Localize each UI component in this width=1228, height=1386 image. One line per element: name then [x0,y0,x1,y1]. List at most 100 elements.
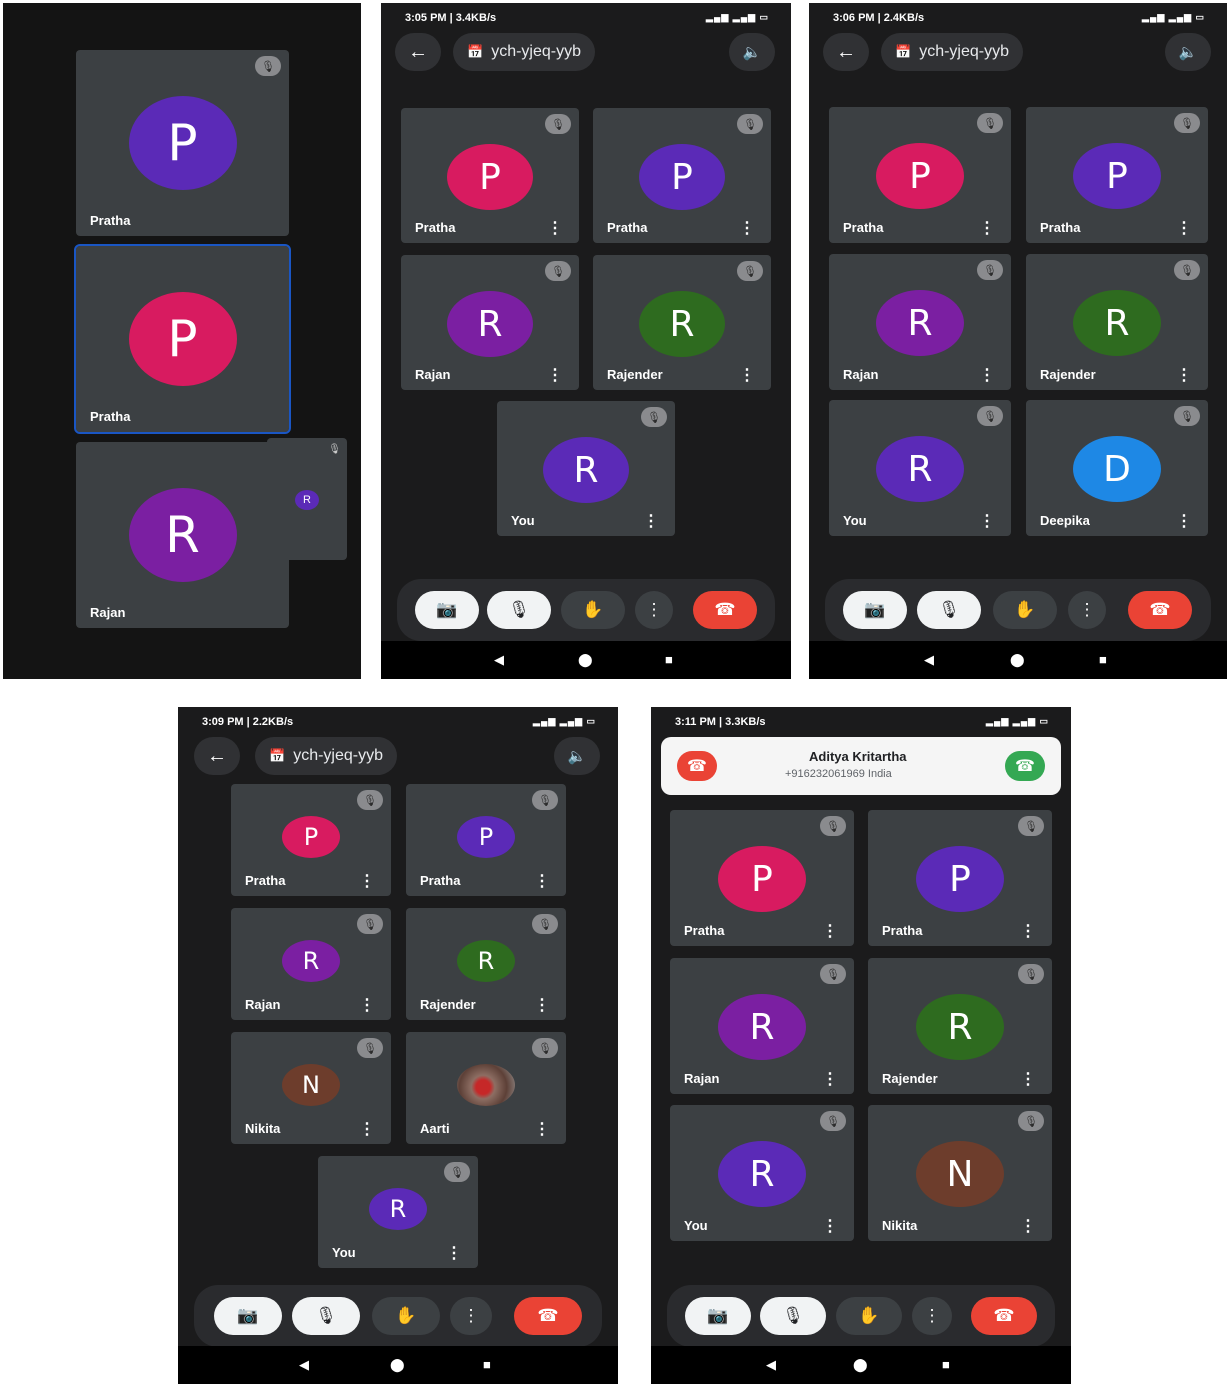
more-options-icon[interactable]: ⋮ [643,514,659,530]
more-options-icon[interactable]: ⋮ [979,368,995,384]
more-options-icon[interactable]: ⋮ [1176,514,1192,530]
meeting-info-pill[interactable]: 📅 ych-yjeq-yyb [453,33,595,71]
back-button[interactable]: ← [395,33,441,71]
mic-off-button[interactable]: 🎙 [760,1297,826,1335]
mic-off-button[interactable]: 🎙 [292,1297,360,1335]
more-options-icon[interactable]: ⋮ [547,221,563,237]
more-options-icon[interactable]: ⋮ [446,1246,462,1262]
participant-tile[interactable]: 🎙 P Pratha ⋮ [401,108,579,243]
participant-tile[interactable]: 🎙 R Rajan ⋮ [829,254,1011,390]
recents-nav-icon[interactable]: ■ [483,1357,491,1372]
mic-off-button[interactable]: 🎙 [917,591,981,629]
meeting-info-pill[interactable]: 📅 ych-yjeq-yyb [881,33,1023,71]
decline-call-button[interactable]: ☎ [677,751,717,781]
speaker-button[interactable]: 🔈 [729,33,775,71]
participant-tile[interactable]: 🎙 P Pratha ⋮ [670,810,854,946]
participant-tile[interactable]: 🎙 Aarti ⋮ [406,1032,566,1144]
participant-tile[interactable]: 🎙 P Pratha ⋮ [868,810,1052,946]
participant-tile[interactable]: 🎙 P Pratha ⋮ [593,108,771,243]
more-options-button[interactable]: ⋮ [635,591,673,629]
more-options-icon[interactable]: ⋮ [822,1219,838,1235]
more-options-icon[interactable]: ⋮ [1176,368,1192,384]
more-options-icon[interactable]: ⋮ [547,368,563,384]
speaker-button[interactable]: 🔈 [1165,33,1211,71]
participant-tile[interactable]: 🎙 R You ⋮ [318,1156,478,1268]
participant-tile[interactable]: 🎙 R Rajender ⋮ [1026,254,1208,390]
participant-tile[interactable]: 🎙 N Nikita ⋮ [231,1032,391,1144]
more-options-icon[interactable]: ⋮ [534,998,550,1014]
participant-tile[interactable]: 🎙 R Rajan ⋮ [670,958,854,1094]
home-nav-icon[interactable]: ⬤ [853,1357,868,1373]
camera-off-button[interactable]: 📷 [843,591,907,629]
end-call-button[interactable]: ☎ [693,591,757,629]
avatar: N [916,1141,1004,1207]
screenshot-4: 3:09 PM | 2.2KB/s ▂▄▆ ▂▄▆ ▭ ← 📅 ych-yjeq… [178,707,618,1384]
more-options-icon[interactable]: ⋮ [822,924,838,940]
more-options-icon[interactable]: ⋮ [534,1122,550,1138]
camera-off-button[interactable]: 📷 [685,1297,751,1335]
camera-off-button[interactable]: 📷 [415,591,479,629]
more-options-icon[interactable]: ⋮ [822,1072,838,1088]
home-nav-icon[interactable]: ⬤ [578,652,593,668]
participant-tile[interactable]: 🎙 R Rajan ⋮ [401,255,579,390]
more-options-button[interactable]: ⋮ [1068,591,1106,629]
more-options-button[interactable]: ⋮ [912,1297,952,1335]
participant-tile[interactable]: 🎙 D Deepika ⋮ [1026,400,1208,536]
back-nav-icon[interactable]: ◀ [299,1357,309,1373]
home-nav-icon[interactable]: ⬤ [390,1357,405,1373]
more-options-icon[interactable]: ⋮ [979,514,995,530]
mic-off-button[interactable]: 🎙 [487,591,551,629]
more-options-icon[interactable]: ⋮ [1176,221,1192,237]
back-button[interactable]: ← [823,33,869,71]
back-nav-icon[interactable]: ◀ [494,652,504,668]
accept-call-button[interactable]: ☎ [1005,751,1045,781]
back-nav-icon[interactable]: ◀ [766,1357,776,1373]
meeting-info-pill[interactable]: 📅 ych-yjeq-yyb [255,737,397,775]
camera-off-button[interactable]: 📷 [214,1297,282,1335]
recents-nav-icon[interactable]: ■ [665,652,673,667]
more-options-icon[interactable]: ⋮ [1020,1072,1036,1088]
recents-nav-icon[interactable]: ■ [1099,652,1107,667]
back-nav-icon[interactable]: ◀ [924,652,934,668]
participant-tile[interactable]: 🎙 R You ⋮ [829,400,1011,536]
more-options-button[interactable]: ⋮ [450,1297,492,1335]
raise-hand-button[interactable]: ✋ [372,1297,440,1335]
more-options-icon[interactable]: ⋮ [534,874,550,890]
end-call-button[interactable]: ☎ [971,1297,1037,1335]
raise-hand-button[interactable]: ✋ [561,591,625,629]
more-options-icon[interactable]: ⋮ [979,221,995,237]
raise-hand-button[interactable]: ✋ [836,1297,902,1335]
participant-tile[interactable]: 🎙 P Pratha [76,50,289,236]
participant-tile[interactable]: R Rajan [76,442,289,628]
recents-nav-icon[interactable]: ■ [942,1357,950,1372]
participant-tile[interactable]: 🎙 R You ⋮ [497,401,675,536]
more-options-icon[interactable]: ⋮ [359,1122,375,1138]
participant-tile[interactable]: 🎙 R Rajender ⋮ [868,958,1052,1094]
end-call-button[interactable]: ☎ [514,1297,582,1335]
more-options-icon[interactable]: ⋮ [359,998,375,1014]
speaker-button[interactable]: 🔈 [554,737,600,775]
participant-tile[interactable]: 🎙 P Pratha ⋮ [829,107,1011,243]
participant-tile[interactable]: 🎙 P Pratha ⋮ [231,784,391,896]
end-call-button[interactable]: ☎ [1128,591,1192,629]
raise-hand-button[interactable]: ✋ [993,591,1057,629]
more-options-icon[interactable]: ⋮ [739,221,755,237]
participant-tile[interactable]: 🎙 N Nikita ⋮ [868,1105,1052,1241]
back-button[interactable]: ← [194,737,240,775]
participant-tile[interactable]: 🎙 P Pratha ⋮ [406,784,566,896]
participant-tile[interactable]: 🎙 R You ⋮ [670,1105,854,1241]
more-options-icon[interactable]: ⋮ [739,368,755,384]
android-nav-bar: ◀ ⬤ ■ [381,641,791,679]
participant-tile[interactable]: 🎙 R Rajender ⋮ [406,908,566,1020]
home-nav-icon[interactable]: ⬤ [1010,652,1025,668]
more-options-icon[interactable]: ⋮ [1020,924,1036,940]
participant-tile[interactable]: 🎙 R Rajan ⋮ [231,908,391,1020]
more-options-icon[interactable]: ⋮ [359,874,375,890]
participant-name: Rajan [684,1071,720,1086]
participant-tile[interactable]: 🎙 R Rajender ⋮ [593,255,771,390]
more-options-icon[interactable]: ⋮ [1020,1219,1036,1235]
self-view-pip[interactable]: 🎙 R [267,438,347,560]
participant-tile[interactable]: P Pratha [74,244,291,434]
participant-tile[interactable]: 🎙 P Pratha ⋮ [1026,107,1208,243]
status-bar: 3:05 PM | 3.4KB/s ▂▄▆ ▂▄▆ ▭ [381,3,791,29]
